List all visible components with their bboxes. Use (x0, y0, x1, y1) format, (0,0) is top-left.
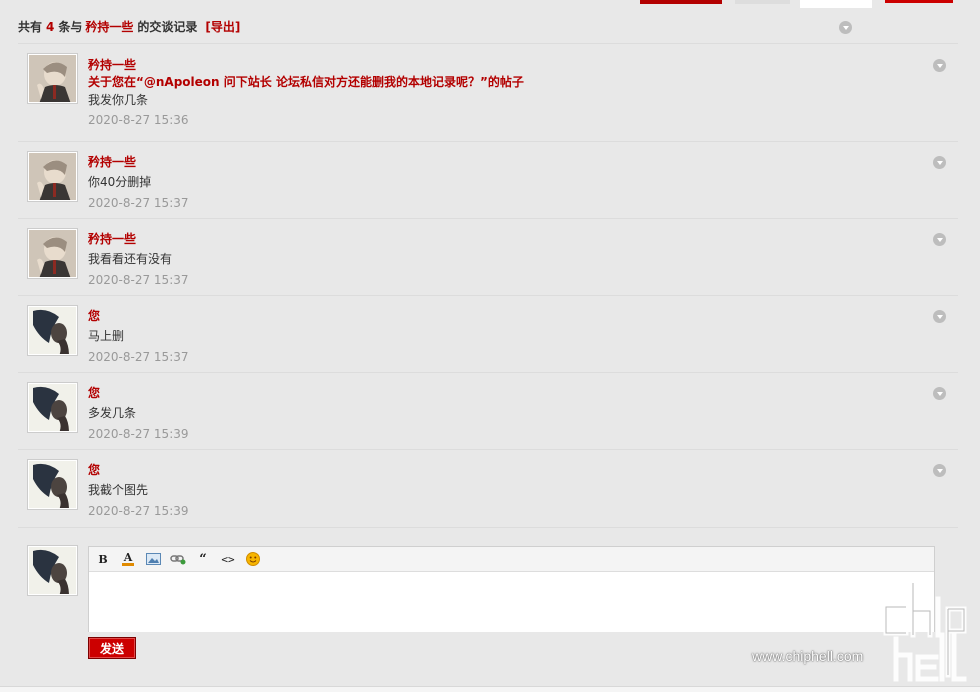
list-item: 矜持一些 关于您在“@nApoleon 问下站长 论坛私信对方还能删我的本地记录… (18, 43, 958, 141)
code-icon[interactable]: <> (220, 551, 236, 567)
font-color-swatch (122, 562, 134, 566)
editor-toolbar: B A “ <> (89, 547, 934, 572)
top-link[interactable] (885, 0, 953, 3)
message-author-link[interactable]: 矜持一些 (88, 154, 189, 170)
message-options-icon[interactable] (933, 387, 946, 400)
top-tab-active[interactable] (800, 0, 872, 8)
avatar[interactable] (28, 229, 77, 278)
message-body: 您 我截个图先 2020-8-27 15:39 (88, 462, 189, 520)
image-icon[interactable] (145, 551, 161, 567)
send-button[interactable]: 发送 (88, 637, 136, 659)
summary-suffix: 的交谈记录 (137, 20, 198, 34)
divider (18, 527, 958, 528)
partner-name-link[interactable]: 矜持一些 (85, 20, 133, 34)
message-author-link[interactable]: 您 (88, 385, 189, 401)
summary-mid: 条与 (58, 20, 83, 34)
chiphell-watermark-logo (883, 580, 967, 682)
message-body: 您 马上删 2020-8-27 15:37 (88, 308, 189, 366)
message-text: 马上删 (88, 329, 125, 343)
collapse-all-icon[interactable] (839, 21, 852, 34)
message-time: 2020-8-27 15:36 (88, 113, 189, 127)
avatar[interactable] (28, 383, 77, 432)
message-time: 2020-8-27 15:39 (88, 427, 189, 441)
message-body: 矜持一些 我看看还有没有 2020-8-27 15:37 (88, 231, 189, 289)
list-item: 矜持一些 我看看还有没有 2020-8-27 15:37 (18, 218, 958, 295)
list-item: 您 多发几条 2020-8-27 15:39 (18, 372, 958, 449)
list-item: 您 我截个图先 2020-8-27 15:39 (18, 449, 958, 527)
message-author-link[interactable]: 您 (88, 462, 189, 478)
export-link[interactable]: [导出] (205, 20, 240, 34)
page-bottom-border (0, 686, 980, 692)
message-text: 我截个图先 (88, 483, 149, 497)
top-action-button[interactable] (640, 0, 722, 4)
font-color-icon[interactable]: A (120, 551, 136, 567)
avatar[interactable] (28, 306, 77, 355)
message-time: 2020-8-27 15:37 (88, 273, 189, 287)
avatar[interactable] (28, 152, 77, 201)
message-time: 2020-8-27 15:37 (88, 350, 189, 364)
conversation-summary: 共有 4 条与 矜持一些 的交谈记录 [导出] (18, 18, 240, 36)
smiley-icon[interactable] (245, 551, 261, 567)
message-body: 您 多发几条 2020-8-27 15:39 (88, 385, 189, 443)
message-options-icon[interactable] (933, 310, 946, 323)
link-icon[interactable] (170, 551, 186, 567)
message-text: 你40分删掉 (88, 175, 152, 189)
watermark-url: www.chiphell.com (752, 648, 864, 664)
message-author-link[interactable]: 您 (88, 308, 189, 324)
message-text: 我看看还有没有 (88, 252, 173, 266)
summary-prefix: 共有 (18, 20, 43, 34)
message-body: 矜持一些 你40分删掉 2020-8-27 15:37 (88, 154, 189, 212)
message-options-icon[interactable] (933, 59, 946, 72)
list-item: 您 马上删 2020-8-27 15:37 (18, 295, 958, 372)
message-body: 矜持一些 关于您在“@nApoleon 问下站长 论坛私信对方还能删我的本地记录… (88, 57, 524, 129)
message-text: 我发你几条 (88, 93, 149, 107)
top-toolbar (0, 0, 980, 8)
my-avatar (28, 546, 77, 595)
thread-subject-link[interactable]: 关于您在“@nApoleon 问下站长 论坛私信对方还能删我的本地记录呢？”的帖… (88, 73, 524, 91)
message-options-icon[interactable] (933, 464, 946, 477)
message-list: 矜持一些 关于您在“@nApoleon 问下站长 论坛私信对方还能删我的本地记录… (18, 43, 958, 528)
message-count: 4 (46, 20, 55, 34)
top-tab[interactable] (735, 0, 790, 4)
message-author-link[interactable]: 矜持一些 (88, 231, 189, 247)
message-time: 2020-8-27 15:37 (88, 196, 189, 210)
message-options-icon[interactable] (933, 233, 946, 246)
message-time: 2020-8-27 15:39 (88, 504, 189, 518)
avatar[interactable] (28, 54, 77, 103)
bold-icon[interactable]: B (95, 551, 111, 567)
message-options-icon[interactable] (933, 156, 946, 169)
list-item: 矜持一些 你40分删掉 2020-8-27 15:37 (18, 141, 958, 218)
avatar[interactable] (28, 460, 77, 509)
font-color-glyph: A (123, 550, 133, 564)
message-author-link[interactable]: 矜持一些 (88, 57, 524, 73)
message-text: 多发几条 (88, 406, 137, 420)
quote-icon[interactable]: “ (195, 551, 211, 567)
